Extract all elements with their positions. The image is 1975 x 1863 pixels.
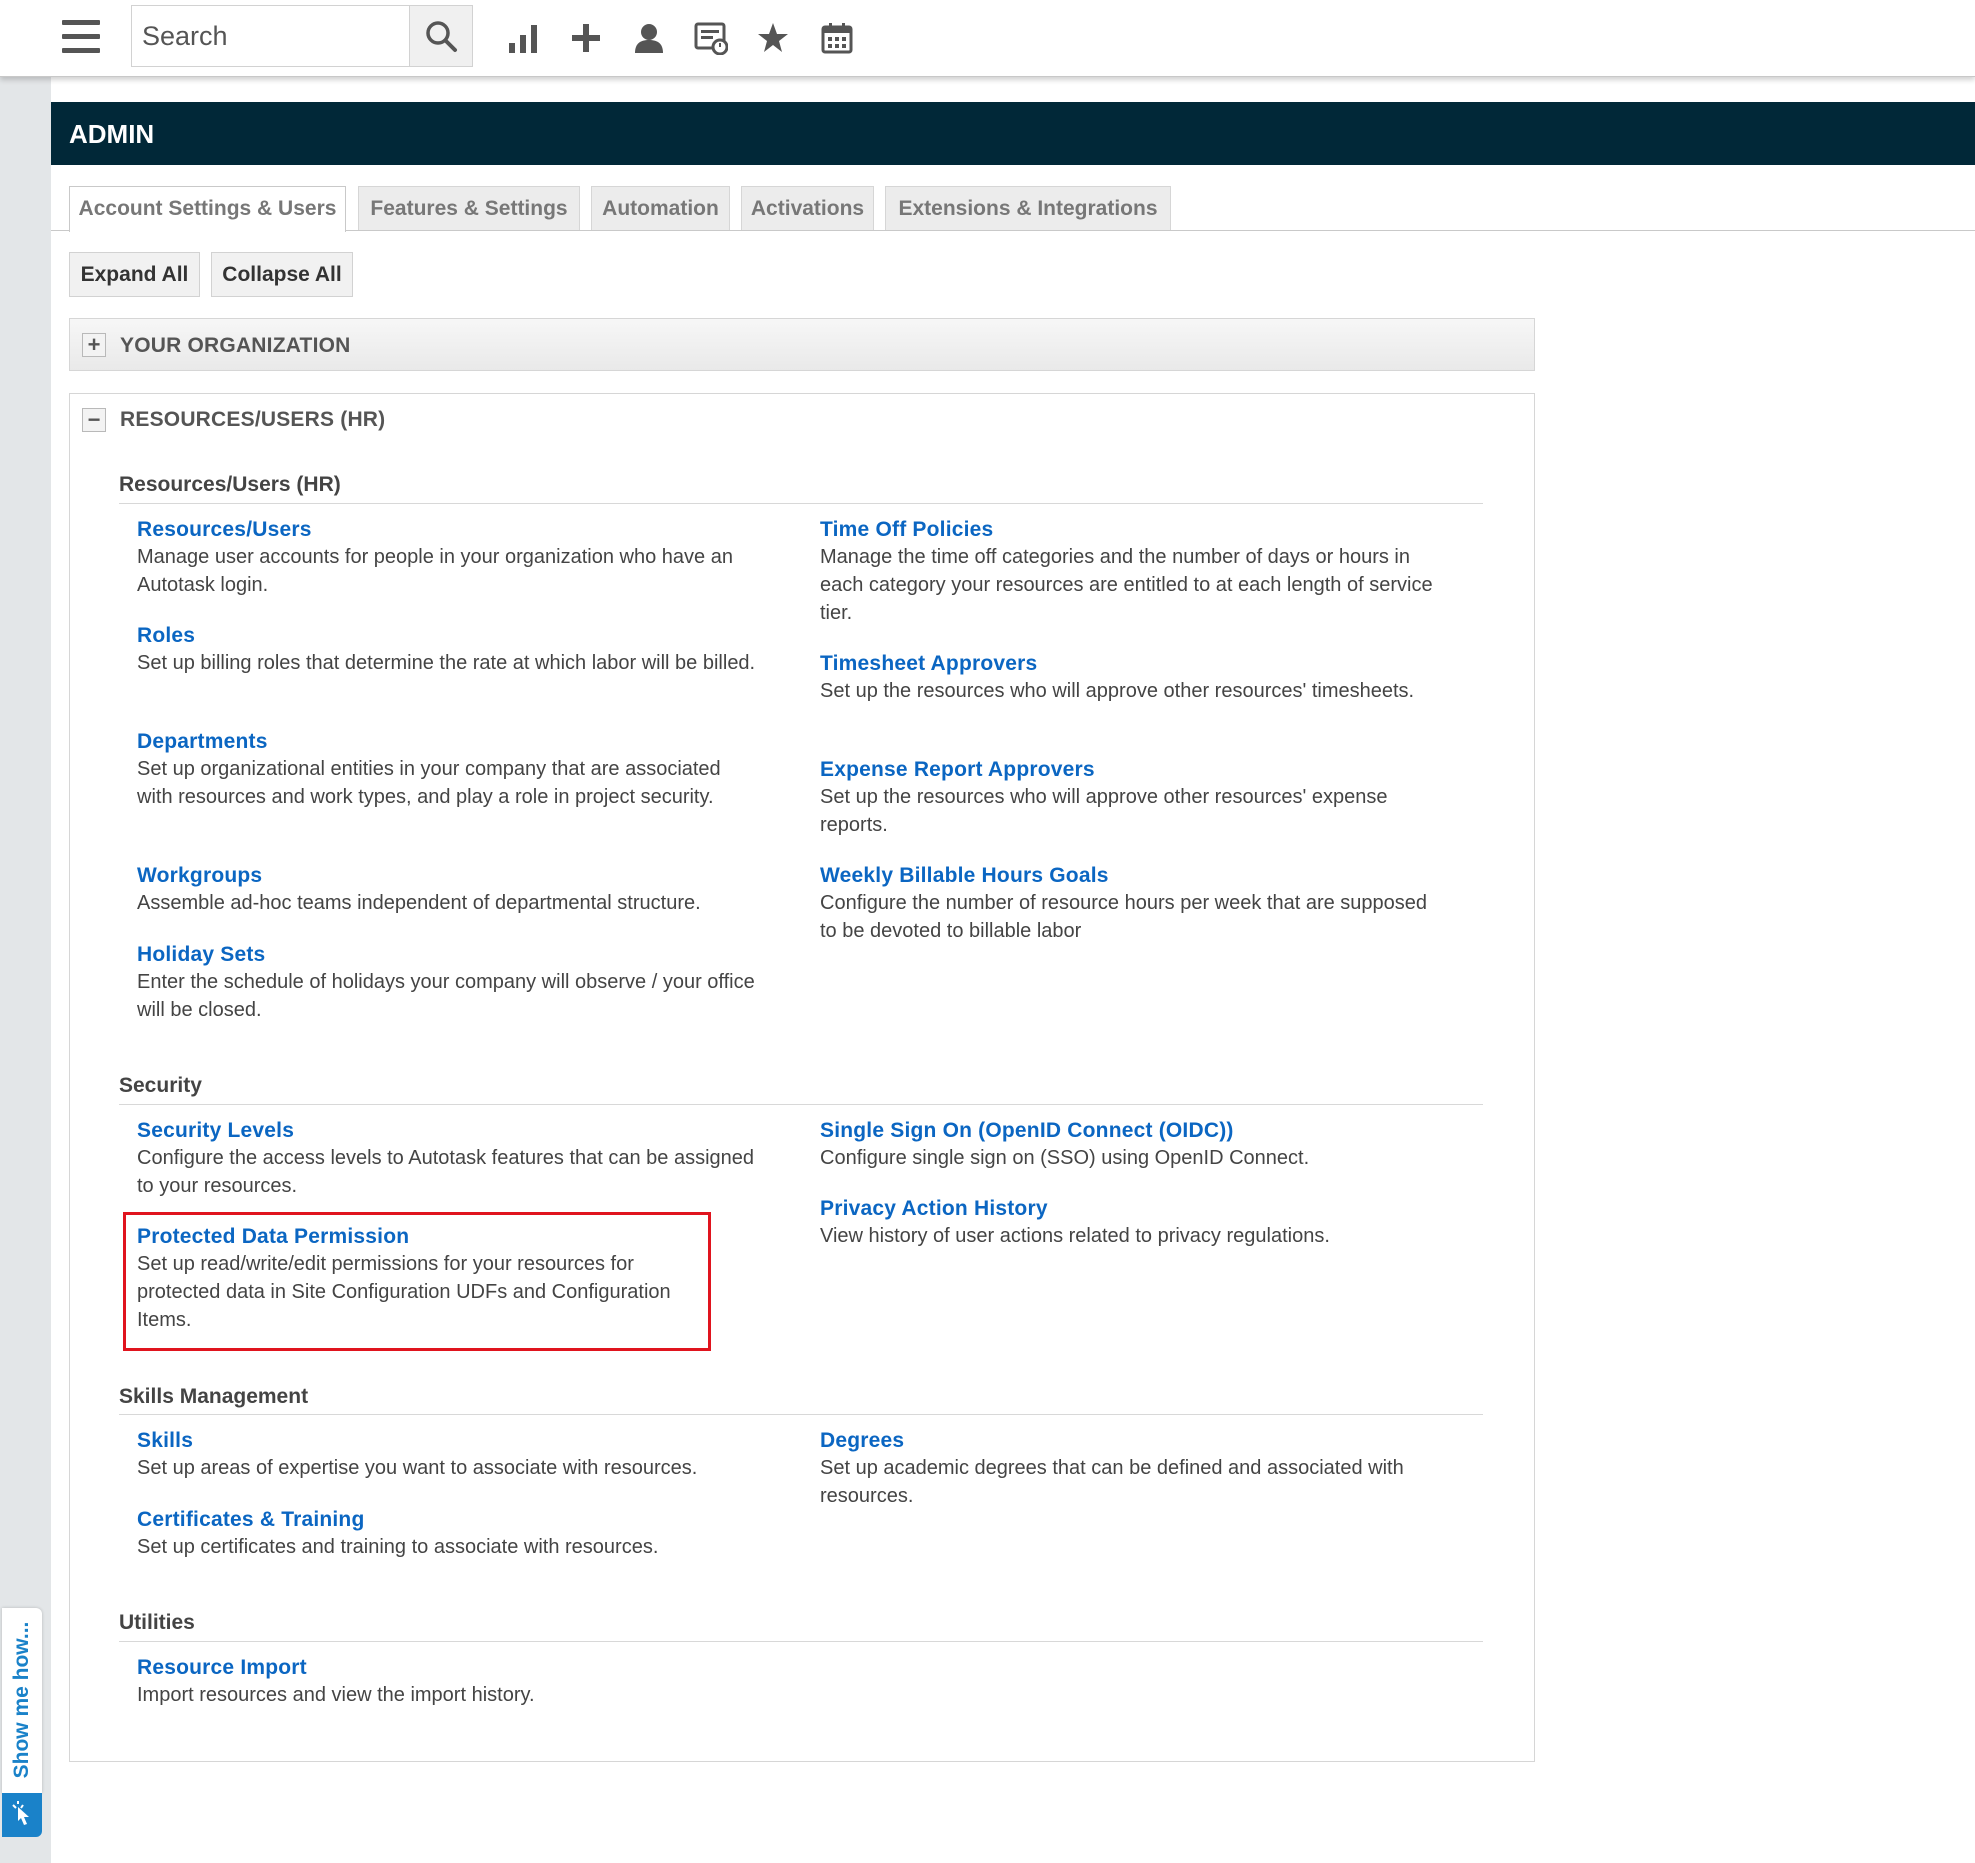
holiday-sets-link[interactable]: Holiday Sets	[137, 941, 757, 968]
single-sign-on-link[interactable]: Single Sign On (OpenID Connect (OIDC))	[820, 1117, 1520, 1144]
resource-import-link[interactable]: Resource Import	[137, 1654, 757, 1681]
section-title-your-organization: YOUR ORGANIZATION	[120, 334, 351, 357]
security-levels-link[interactable]: Security Levels	[137, 1117, 757, 1144]
departments-link[interactable]: Departments	[137, 728, 757, 755]
degrees-link[interactable]: Degrees	[820, 1427, 1440, 1454]
item-description: Manage user accounts for people in your …	[137, 546, 733, 596]
list-item: Single Sign On (OpenID Connect (OIDC)) C…	[820, 1117, 1520, 1172]
group-divider	[119, 503, 1483, 504]
protected-data-permission-link[interactable]: Protected Data Permission	[137, 1223, 707, 1250]
item-description: Set up read/write/edit permissions for y…	[137, 1253, 671, 1331]
group-heading-security: Security	[119, 1074, 202, 1097]
list-item: Protected Data Permission Set up read/wr…	[137, 1223, 707, 1334]
list-item: Departments Set up organizational entiti…	[137, 728, 757, 811]
item-description: Configure single sign on (SSO) using Ope…	[820, 1147, 1310, 1169]
list-item: Timesheet Approvers Set up the resources…	[820, 650, 1440, 705]
item-description: Assemble ad-hoc teams independent of dep…	[137, 892, 701, 914]
list-item: Expense Report Approvers Set up the reso…	[820, 756, 1440, 839]
list-item: Workgroups Assemble ad-hoc teams indepen…	[137, 862, 757, 917]
weekly-billable-hours-goals-link[interactable]: Weekly Billable Hours Goals	[820, 862, 1440, 889]
privacy-action-history-link[interactable]: Privacy Action History	[820, 1195, 1520, 1222]
item-description: Configure the access levels to Autotask …	[137, 1147, 755, 1197]
item-description: Configure the number of resource hours p…	[820, 892, 1428, 942]
search-icon	[426, 21, 457, 52]
item-description: Set up areas of expertise you want to as…	[137, 1457, 698, 1479]
workgroups-link[interactable]: Workgroups	[137, 862, 757, 889]
timesheet-approvers-link[interactable]: Timesheet Approvers	[820, 650, 1440, 677]
calendar-icon[interactable]	[817, 18, 857, 58]
skills-link[interactable]: Skills	[137, 1427, 757, 1454]
show-me-how-tab[interactable]: Show me how...	[2, 1608, 42, 1793]
collapse-all-button[interactable]: Collapse All	[211, 252, 353, 297]
timesheet-icon[interactable]	[691, 18, 731, 58]
left-sidebar-strip	[0, 77, 51, 1863]
chart-icon[interactable]	[503, 18, 543, 58]
item-description: Set up the resources who will approve ot…	[820, 786, 1388, 836]
list-item: Security Levels Configure the access lev…	[137, 1117, 757, 1200]
plus-icon[interactable]	[566, 18, 606, 58]
list-item: Resources/Users Manage user accounts for…	[137, 516, 757, 599]
resources-users-link[interactable]: Resources/Users	[137, 516, 757, 543]
list-item: Certificates & Training Set up certifica…	[137, 1506, 757, 1561]
list-item: Weekly Billable Hours Goals Configure th…	[820, 862, 1440, 945]
item-description: Set up certificates and training to asso…	[137, 1536, 659, 1558]
list-item: Holiday Sets Enter the schedule of holid…	[137, 941, 757, 1024]
list-item: Roles Set up billing roles that determin…	[137, 622, 757, 677]
pointer-click-icon[interactable]	[2, 1793, 42, 1837]
show-me-how-label: Show me how...	[10, 1621, 33, 1779]
group-heading-skills: Skills Management	[119, 1385, 309, 1408]
collapse-toggle-icon[interactable]: −	[82, 408, 106, 432]
user-icon[interactable]	[629, 18, 669, 58]
menu-icon[interactable]	[62, 20, 100, 54]
section-title-resources-users[interactable]: RESOURCES/USERS (HR)	[120, 408, 385, 432]
group-divider	[119, 1414, 1483, 1415]
group-heading-utilities: Utilities	[119, 1611, 195, 1634]
item-description: Set up organizational entities in your c…	[137, 758, 721, 808]
search-box	[131, 5, 473, 67]
tab-features-settings[interactable]: Features & Settings	[358, 186, 580, 230]
tab-activations[interactable]: Activations	[741, 186, 874, 230]
item-description: Set up academic degrees that can be defi…	[820, 1457, 1404, 1507]
expand-toggle-icon[interactable]: +	[82, 333, 106, 357]
item-description: Manage the time off categories and the n…	[820, 546, 1433, 624]
search-input[interactable]	[132, 6, 411, 66]
item-description: View history of user actions related to …	[820, 1225, 1330, 1247]
certificates-training-link[interactable]: Certificates & Training	[137, 1506, 757, 1533]
item-description: Import resources and view the import his…	[137, 1684, 535, 1706]
roles-link[interactable]: Roles	[137, 622, 757, 649]
expand-all-button[interactable]: Expand All	[69, 252, 200, 297]
time-off-policies-link[interactable]: Time Off Policies	[820, 516, 1440, 543]
group-heading-hr: Resources/Users (HR)	[119, 473, 341, 496]
tab-automation[interactable]: Automation	[591, 186, 730, 230]
group-divider	[119, 1104, 1483, 1105]
search-button[interactable]	[409, 6, 472, 66]
item-description: Set up billing roles that determine the …	[137, 652, 756, 674]
star-icon[interactable]	[753, 18, 793, 58]
list-item: Privacy Action History View history of u…	[820, 1195, 1520, 1250]
tab-account-settings-users[interactable]: Account Settings & Users	[69, 186, 346, 232]
expense-report-approvers-link[interactable]: Expense Report Approvers	[820, 756, 1440, 783]
list-item: Degrees Set up academic degrees that can…	[820, 1427, 1440, 1510]
list-item: Resource Import Import resources and vie…	[137, 1654, 757, 1709]
group-divider	[119, 1641, 1483, 1642]
tab-extensions-integrations[interactable]: Extensions & Integrations	[885, 186, 1171, 230]
list-item: Time Off Policies Manage the time off ca…	[820, 516, 1440, 627]
section-your-organization[interactable]: + YOUR ORGANIZATION	[69, 318, 1535, 371]
item-description: Set up the resources who will approve ot…	[820, 680, 1415, 702]
item-description: Enter the schedule of holidays your comp…	[137, 971, 755, 1021]
list-item: Skills Set up areas of expertise you wan…	[137, 1427, 757, 1482]
admin-header: ADMIN	[51, 102, 1975, 165]
page-title: ADMIN	[69, 119, 155, 149]
top-toolbar	[0, 0, 1975, 77]
